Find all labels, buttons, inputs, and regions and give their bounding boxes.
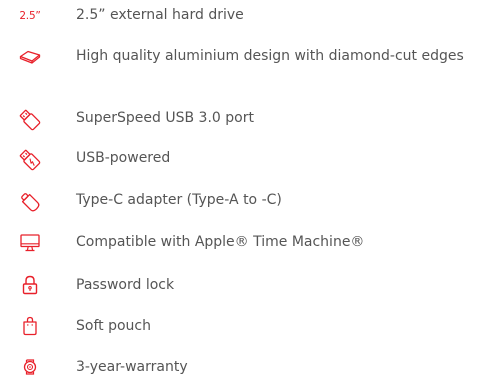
warranty-seal-icon [17,356,43,378]
feature-label: 2.5” external hard drive [76,7,244,23]
usb-plug-icon [17,109,43,131]
type-c-adapter-icon [17,191,43,213]
feature-label: Type-C adapter (Type-A to -C) [76,192,282,208]
padlock-icon [17,274,43,296]
feature-label: SuperSpeed USB 3.0 port [76,110,254,126]
feature-label: 3-year-warranty [76,359,188,375]
feature-label: Password lock [76,277,175,293]
feature-label: High quality aluminium design with diamo… [76,48,464,64]
size-label: 2.5” [19,10,41,22]
feature-label: USB-powered [76,150,171,166]
feature-list: 2.5” 2.5” external hard drive High quali… [0,0,482,382]
size-label-icon: 2.5” [17,5,43,27]
feature-label: Soft pouch [76,318,151,334]
feature-label: Compatible with Apple® Time Machine® [76,234,365,250]
usb-powered-icon [17,149,43,171]
pouch-icon [17,315,43,337]
drive-design-icon [17,46,43,68]
monitor-icon [17,232,43,254]
